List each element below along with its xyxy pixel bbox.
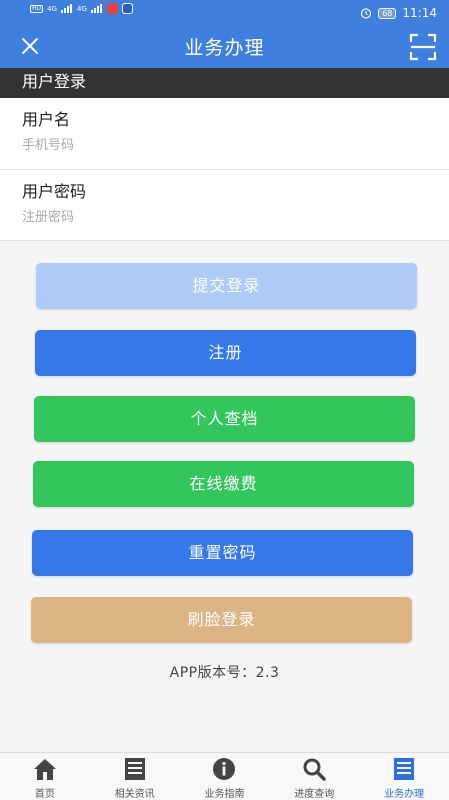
password-input[interactable] <box>22 206 422 228</box>
status-time: 11:14 <box>402 6 437 20</box>
register-button[interactable]: 注册 <box>35 330 416 376</box>
home-icon <box>33 759 56 780</box>
scan-icon[interactable] <box>409 33 437 61</box>
password-field: 用户密码 <box>0 170 449 241</box>
tab-business[interactable]: 业务办理 <box>359 753 449 800</box>
section-header: 用户登录 <box>0 68 449 98</box>
tab-label: 业务办理 <box>384 789 425 800</box>
network-type-label: 4G <box>47 4 58 13</box>
username-field: 用户名 <box>0 98 449 170</box>
nav-bar: 业务办理 <box>0 26 449 68</box>
network-type-label-2: 4G <box>77 4 87 13</box>
alarm-icon <box>361 8 372 19</box>
tab-progress[interactable]: 进度查询 <box>269 753 359 800</box>
online-payment-button[interactable]: 在线缴费 <box>33 461 414 507</box>
notification-app-icon <box>106 3 118 14</box>
news-icon <box>124 758 145 780</box>
business-icon <box>394 758 415 780</box>
tab-label: 进度查询 <box>294 789 335 800</box>
personal-file-button[interactable]: 个人查档 <box>34 396 415 442</box>
signal-icon-2 <box>90 4 103 13</box>
hd-badge: HD <box>30 4 44 13</box>
face-login-button[interactable]: 刷脸登录 <box>31 597 412 643</box>
tab-home[interactable]: 首页 <box>0 753 90 800</box>
status-left: HD 4G 4G <box>30 3 133 14</box>
info-icon <box>213 758 236 780</box>
page-title: 业务办理 <box>184 37 265 59</box>
tab-label: 首页 <box>34 789 55 800</box>
status-bar: HD 4G 4G 68 11:14 <box>0 0 449 26</box>
tab-label: 业务指南 <box>204 789 245 800</box>
username-label: 用户名 <box>22 110 71 129</box>
app-version: APP版本号：2.3 <box>169 665 280 681</box>
login-form: 用户名 用户密码 <box>0 98 449 241</box>
notification-app-icon-2 <box>121 3 133 14</box>
reset-password-button[interactable]: 重置密码 <box>32 530 413 576</box>
password-label: 用户密码 <box>22 182 87 201</box>
tab-news[interactable]: 相关资讯 <box>90 753 180 800</box>
submit-login-button[interactable]: 提交登录 <box>36 263 417 309</box>
status-right: 68 11:14 <box>360 6 437 20</box>
tab-label: 相关资讯 <box>114 789 155 800</box>
tab-bar: 首页 相关资讯 业务指南 进度查询 业务办理 <box>0 752 449 800</box>
signal-icon <box>61 4 73 13</box>
username-input[interactable] <box>22 134 422 156</box>
tab-guide[interactable]: 业务指南 <box>180 753 270 800</box>
battery-indicator: 68 <box>378 7 397 19</box>
search-icon <box>303 758 327 781</box>
